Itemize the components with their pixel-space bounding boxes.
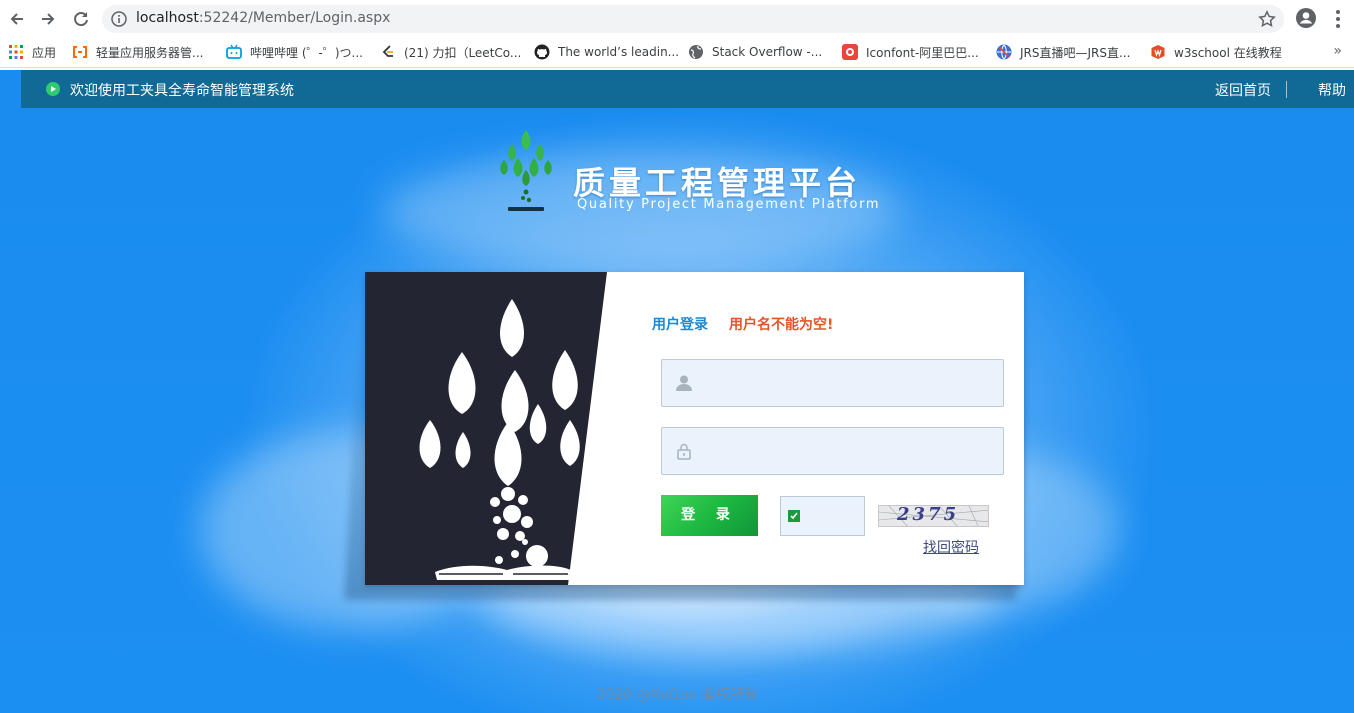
- address-bar[interactable]: localhost:52242/Member/Login.aspx: [102, 5, 1284, 33]
- bookmark-label: JRS直播吧—JRS直...: [1020, 45, 1131, 60]
- browser-chrome: localhost:52242/Member/Login.aspx 应用 轻量应…: [0, 0, 1354, 70]
- login-page: 欢迎使用工夹具全寿命智能管理系统 返回首页 帮助 质量工程管理平台 Qualit…: [0, 70, 1354, 713]
- reload-icon: [74, 12, 88, 27]
- bookmark-label: 轻量应用服务器管...: [96, 45, 204, 60]
- top-navbar: 欢迎使用工夹具全寿命智能管理系统 返回首页 帮助: [21, 70, 1354, 108]
- system-title: 欢迎使用工夹具全寿命智能管理系统: [70, 83, 294, 99]
- arrow-left-icon: [10, 13, 23, 25]
- leetcode-icon: [382, 45, 393, 57]
- copyright-footer: 2020 @XuGuo 版权所有: [596, 687, 758, 703]
- arrow-right-icon: [42, 13, 55, 25]
- reload-button[interactable]: [70, 8, 92, 30]
- github-icon: [534, 44, 550, 60]
- back-home-link[interactable]: 返回首页: [1215, 80, 1271, 100]
- bookmark-aliyun[interactable]: 轻量应用服务器管...: [72, 43, 203, 61]
- captcha-image[interactable]: 2375: [878, 505, 989, 527]
- bookmarks-overflow-button[interactable]: »: [1333, 43, 1342, 59]
- bookmark-label: 应用: [32, 45, 57, 60]
- iconfont-icon: [842, 44, 858, 60]
- bookmark-w3school[interactable]: w3school 在线教程: [1150, 43, 1282, 61]
- forgot-password-link[interactable]: 找回密码: [923, 537, 979, 557]
- kebab-menu-icon[interactable]: [1330, 9, 1346, 29]
- username-input[interactable]: [702, 360, 997, 406]
- tree-logo-icon: [500, 130, 552, 211]
- play-logo-icon: [46, 82, 60, 96]
- bookmark-bilibili[interactable]: 哔哩哔哩 (゜-゜)つ...: [226, 43, 363, 61]
- bookmark-label: Stack Overflow -...: [712, 45, 823, 59]
- w3school-icon: [1151, 45, 1165, 59]
- bookmark-apps[interactable]: 应用: [8, 43, 56, 61]
- back-button[interactable]: [6, 8, 28, 30]
- login-card: 用户登录 用户名不能为空! 登 录 2375 找回密码: [365, 272, 1024, 585]
- tree-illustration: [365, 272, 607, 585]
- error-message: 用户名不能为空!: [729, 317, 834, 333]
- login-button[interactable]: 登 录: [661, 495, 758, 536]
- bookmark-github[interactable]: The world’s leadin...: [534, 43, 679, 61]
- jrs-icon: [996, 44, 1012, 60]
- bookmark-label: The world’s leadin...: [558, 45, 680, 59]
- brand-logo: 质量工程管理平台 Quality Project Management Plat…: [480, 130, 900, 230]
- bilibili-icon: [226, 44, 242, 59]
- url-path: :52242/Member/Login.aspx: [198, 10, 391, 26]
- bookmark-label: Iconfont-阿里巴巴...: [866, 45, 979, 60]
- captcha-text: 2375: [897, 505, 960, 525]
- captcha-field[interactable]: [780, 496, 865, 536]
- bookmark-label: w3school 在线教程: [1174, 45, 1282, 60]
- globe-icon: [689, 45, 703, 59]
- username-field[interactable]: [661, 359, 1004, 407]
- profile-icon[interactable]: [1296, 8, 1316, 28]
- verify-icon: [788, 510, 800, 522]
- help-link[interactable]: 帮助: [1318, 80, 1346, 100]
- nav-divider: [1286, 81, 1287, 98]
- lock-icon: [677, 443, 691, 460]
- login-heading: 用户登录: [652, 317, 708, 333]
- bookmark-label: 哔哩哔哩 (゜-゜)つ...: [250, 45, 363, 60]
- url-host: localhost: [136, 10, 199, 26]
- password-input[interactable]: [702, 428, 997, 474]
- bookmarks-bar: 应用 轻量应用服务器管... 哔哩哔哩 (゜-゜)つ... (21) 力扣（Le…: [0, 37, 1354, 68]
- captcha-input[interactable]: [805, 497, 863, 535]
- bookmark-jrs[interactable]: JRS直播吧—JRS直...: [996, 43, 1130, 61]
- bookmark-label: (21) 力扣（LeetCo...: [404, 45, 522, 60]
- forward-button[interactable]: [37, 8, 59, 30]
- url-text[interactable]: localhost:52242/Member/Login.aspx: [136, 10, 390, 26]
- password-field[interactable]: [661, 427, 1004, 475]
- bookmark-leetcode[interactable]: (21) 力扣（LeetCo...: [380, 43, 521, 61]
- apps-grid-icon: [9, 45, 23, 59]
- info-icon[interactable]: [111, 11, 127, 27]
- user-icon: [676, 375, 692, 391]
- bookmark-stackoverflow[interactable]: Stack Overflow -...: [688, 43, 822, 61]
- aliyun-icon: [73, 46, 87, 58]
- platform-title-en: Quality Project Management Platform: [577, 197, 881, 212]
- star-icon[interactable]: [1258, 10, 1276, 28]
- bookmark-iconfont[interactable]: Iconfont-阿里巴巴...: [842, 43, 979, 61]
- browser-toolbar: localhost:52242/Member/Login.aspx: [0, 0, 1354, 37]
